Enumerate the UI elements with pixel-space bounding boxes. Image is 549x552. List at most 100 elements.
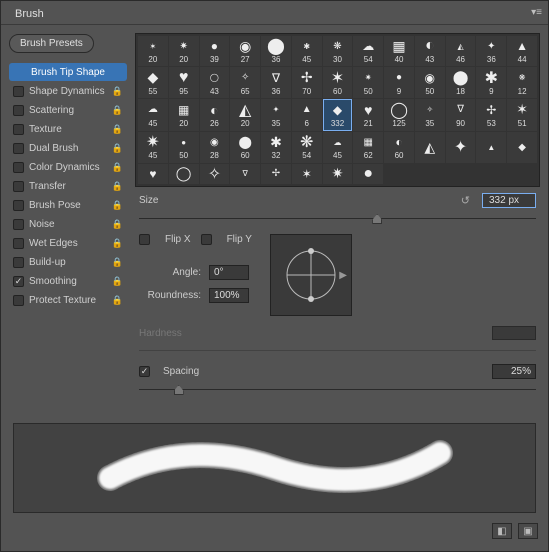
- brush-thumb[interactable]: ▦62: [353, 132, 383, 162]
- flipx-checkbox[interactable]: [139, 234, 150, 245]
- brush-thumb[interactable]: ✱9: [476, 67, 506, 97]
- option-checkbox[interactable]: [13, 143, 24, 154]
- option-transfer[interactable]: Transfer🔒: [9, 177, 127, 195]
- brush-thumb[interactable]: ✶: [292, 164, 322, 184]
- brush-thumb[interactable]: ◭46: [446, 36, 476, 66]
- brush-thumb[interactable]: ∇90: [446, 99, 476, 131]
- reset-size-icon[interactable]: ↺: [461, 194, 470, 207]
- brush-thumb[interactable]: ✷45: [138, 132, 168, 162]
- brush-thumb[interactable]: ◐43: [415, 36, 445, 66]
- brush-thumb[interactable]: ◉28: [200, 132, 230, 162]
- option-shape-dynamics[interactable]: Shape Dynamics🔒: [9, 82, 127, 100]
- brush-thumb[interactable]: ●: [353, 164, 383, 184]
- angle-roundness-control[interactable]: ▶: [270, 234, 352, 316]
- option-checkbox[interactable]: [13, 200, 24, 211]
- brush-thumb[interactable]: ⬤18: [446, 67, 476, 97]
- brush-thumb[interactable]: ▲44: [507, 36, 537, 66]
- brush-thumb[interactable]: ◆: [507, 132, 537, 162]
- option-wet-edges[interactable]: Wet Edges🔒: [9, 234, 127, 252]
- brush-presets-button[interactable]: Brush Presets: [9, 34, 94, 53]
- option-checkbox[interactable]: [13, 276, 24, 287]
- brush-thumb[interactable]: ✷20: [169, 36, 199, 66]
- brush-thumb[interactable]: ✢53: [476, 99, 506, 131]
- option-brush-pose[interactable]: Brush Pose🔒: [9, 196, 127, 214]
- spacing-input[interactable]: 25%: [492, 364, 536, 379]
- toggle-preview-icon[interactable]: ◧: [492, 523, 512, 539]
- brush-thumb[interactable]: ●50: [169, 132, 199, 162]
- brush-thumb[interactable]: ◆55: [138, 67, 168, 97]
- option-checkbox[interactable]: [13, 181, 24, 192]
- size-input[interactable]: 332 px: [482, 193, 536, 208]
- brush-thumb[interactable]: ♥95: [169, 67, 199, 97]
- brush-thumb[interactable]: ∇: [230, 164, 260, 184]
- option-checkbox[interactable]: [13, 162, 24, 173]
- brush-thumb[interactable]: ✧: [200, 164, 230, 184]
- brush-thumb[interactable]: ●39: [200, 36, 230, 66]
- brush-thumb[interactable]: ◯: [169, 164, 199, 184]
- brush-thumb[interactable]: ❋12: [507, 67, 537, 97]
- brush-thumb[interactable]: ☁45: [138, 99, 168, 131]
- brush-thumb[interactable]: ✦35: [261, 99, 291, 131]
- brush-thumb[interactable]: ◉50: [415, 67, 445, 97]
- option-checkbox[interactable]: [13, 86, 24, 97]
- option-dual-brush[interactable]: Dual Brush🔒: [9, 139, 127, 157]
- brush-thumb[interactable]: ✦: [446, 132, 476, 162]
- option-brush-tip-shape[interactable]: Brush Tip Shape: [9, 63, 127, 81]
- brush-thumb[interactable]: ✧65: [230, 67, 260, 97]
- new-preset-icon[interactable]: ▣: [518, 523, 538, 539]
- brush-thumb[interactable]: ◆332: [323, 99, 353, 131]
- size-slider[interactable]: [139, 212, 536, 226]
- option-checkbox[interactable]: [13, 124, 24, 135]
- brush-thumb[interactable]: ♥: [138, 164, 168, 184]
- brush-thumb[interactable]: ◭: [415, 132, 445, 162]
- brush-thumbnail-grid[interactable]: ✶20✷20●39◉27⬤36✱45❋30☁54▦40◐43◭46✦36▲44 ◆…: [135, 33, 540, 187]
- brush-thumb[interactable]: ☁45: [323, 132, 353, 162]
- brush-thumb[interactable]: ✢: [261, 164, 291, 184]
- roundness-input[interactable]: 100%: [209, 288, 249, 303]
- option-texture[interactable]: Texture🔒: [9, 120, 127, 138]
- flyout-menu-icon[interactable]: ▾≡: [531, 7, 542, 18]
- brush-thumb[interactable]: ◯43: [200, 67, 230, 97]
- option-smoothing[interactable]: Smoothing🔒: [9, 272, 127, 290]
- option-checkbox[interactable]: [13, 295, 24, 306]
- brush-thumb[interactable]: ❋54: [292, 132, 322, 162]
- brush-thumb[interactable]: ▲: [476, 132, 506, 162]
- option-checkbox[interactable]: [13, 238, 24, 249]
- brush-thumb[interactable]: ◯125: [384, 99, 414, 131]
- brush-thumb[interactable]: ◭20: [230, 99, 260, 131]
- brush-thumb[interactable]: ▦20: [169, 99, 199, 131]
- brush-thumb[interactable]: ✱32: [261, 132, 291, 162]
- angle-input[interactable]: 0°: [209, 265, 249, 280]
- option-color-dynamics[interactable]: Color Dynamics🔒: [9, 158, 127, 176]
- brush-thumb[interactable]: ✶51: [507, 99, 537, 131]
- brush-thumb[interactable]: ▲6: [292, 99, 322, 131]
- option-scattering[interactable]: Scattering🔒: [9, 101, 127, 119]
- option-noise[interactable]: Noise🔒: [9, 215, 127, 233]
- brush-thumb[interactable]: ●9: [384, 67, 414, 97]
- brush-thumb[interactable]: ◐26: [200, 99, 230, 131]
- brush-thumb[interactable]: ✦36: [476, 36, 506, 66]
- option-build-up[interactable]: Build-up🔒: [9, 253, 127, 271]
- brush-thumb[interactable]: ✢70: [292, 67, 322, 97]
- spacing-slider[interactable]: [139, 383, 536, 397]
- brush-thumb[interactable]: ☁54: [353, 36, 383, 66]
- brush-thumb[interactable]: ⬤36: [261, 36, 291, 66]
- option-checkbox[interactable]: [13, 105, 24, 116]
- option-checkbox[interactable]: [13, 257, 24, 268]
- brush-thumb[interactable]: ✷: [323, 164, 353, 184]
- brush-thumb[interactable]: ✱45: [292, 36, 322, 66]
- brush-thumb[interactable]: ⬤60: [230, 132, 260, 162]
- spacing-checkbox[interactable]: [139, 366, 150, 377]
- brush-thumb[interactable]: ▦40: [384, 36, 414, 66]
- brush-thumb[interactable]: ◉27: [230, 36, 260, 66]
- brush-thumb[interactable]: ✶60: [323, 67, 353, 97]
- flipy-checkbox[interactable]: [201, 234, 212, 245]
- brush-thumb[interactable]: ◐60: [384, 132, 414, 162]
- brush-thumb[interactable]: ✷50: [353, 67, 383, 97]
- brush-thumb[interactable]: ✶20: [138, 36, 168, 66]
- brush-thumb[interactable]: ♥21: [353, 99, 383, 131]
- brush-thumb[interactable]: ∇36: [261, 67, 291, 97]
- option-checkbox[interactable]: [13, 219, 24, 230]
- brush-thumb[interactable]: ❋30: [323, 36, 353, 66]
- option-protect-texture[interactable]: Protect Texture🔒: [9, 291, 127, 309]
